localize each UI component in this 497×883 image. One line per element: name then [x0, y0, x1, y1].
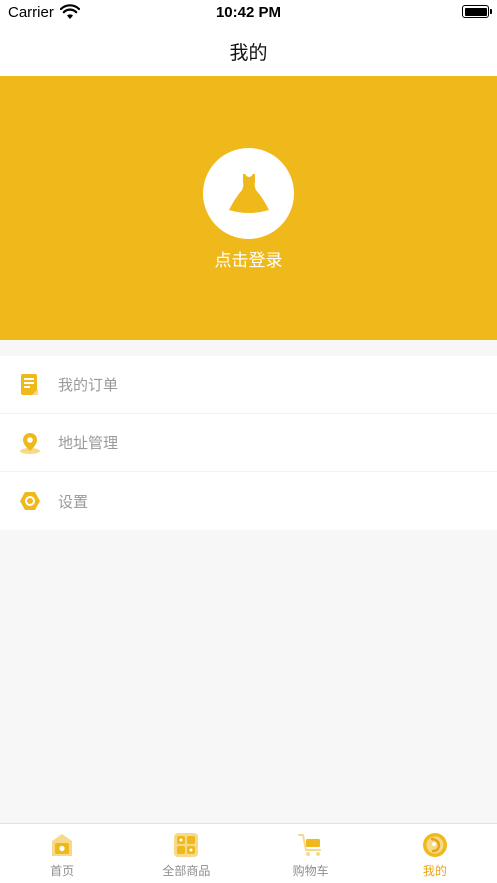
menu-item-label: 设置: [58, 492, 89, 511]
tab-home[interactable]: 首页: [0, 824, 124, 883]
tab-bar: 首页 全部商品 购物车 我的: [0, 823, 497, 883]
location-icon: [20, 432, 40, 454]
settings-icon: [20, 492, 40, 510]
tab-label: 全部商品: [162, 864, 211, 878]
tab-label: 首页: [50, 864, 75, 878]
profile-header: 点击登录: [0, 76, 497, 340]
tab-all-products[interactable]: 全部商品: [124, 824, 248, 883]
dress-icon: [228, 173, 269, 213]
cart-icon: [297, 834, 321, 856]
status-bar: Carrier 10:42 PM: [0, 0, 497, 26]
home-icon: [52, 834, 73, 856]
profile-icon: [422, 833, 447, 857]
tab-cart[interactable]: 购物车: [249, 824, 373, 883]
tab-profile[interactable]: 我的: [373, 824, 497, 883]
menu-item-settings[interactable]: 设置: [0, 472, 497, 530]
navigation-bar: 我的: [0, 26, 497, 76]
tab-label: 购物车: [292, 864, 329, 878]
grid-icon: [174, 833, 199, 857]
avatar[interactable]: [203, 148, 294, 239]
menu-item-label: 我的订单: [58, 376, 119, 394]
page-title: 我的: [229, 41, 268, 64]
menu-item-orders[interactable]: 我的订单: [0, 356, 497, 414]
profile-menu: 我的订单 地址管理 设置: [0, 356, 497, 530]
battery-icon: [462, 5, 492, 18]
tab-label: 我的: [422, 864, 447, 878]
menu-item-address[interactable]: 地址管理: [0, 414, 497, 472]
status-time: 10:42 PM: [215, 4, 282, 21]
login-button[interactable]: 点击登录: [0, 246, 497, 271]
menu-item-label: 地址管理: [58, 434, 119, 452]
order-icon: [21, 373, 38, 395]
